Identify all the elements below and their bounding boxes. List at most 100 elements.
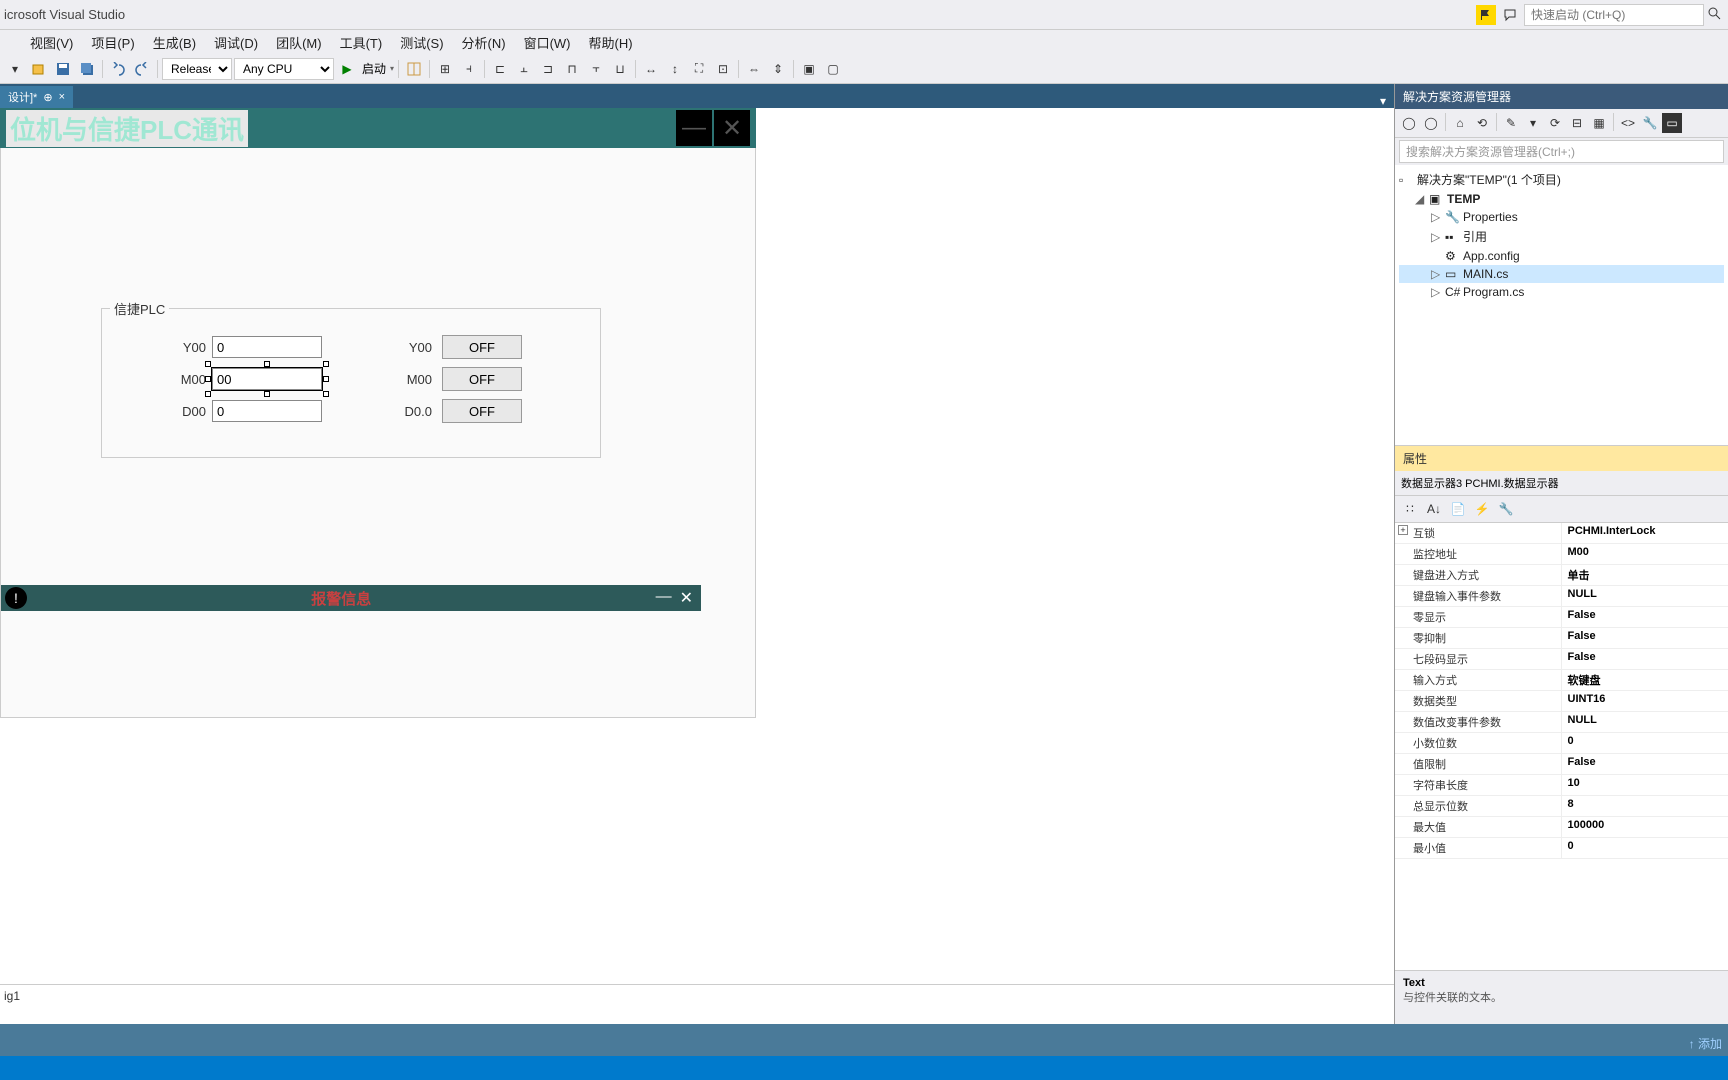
property-value[interactable]: NULL: [1562, 712, 1728, 732]
se-code-icon[interactable]: <>: [1618, 113, 1638, 133]
tree-program-cs[interactable]: ▷C#Program.cs: [1399, 283, 1724, 301]
prop-events-icon[interactable]: ⚡: [1471, 498, 1493, 520]
start-label[interactable]: 启动: [360, 60, 388, 77]
se-fwd-icon[interactable]: ◯: [1421, 113, 1441, 133]
properties-object-select[interactable]: 数据显示器3 PCHMI.数据显示器: [1395, 471, 1728, 496]
prop-alpha-icon[interactable]: A↓: [1423, 498, 1445, 520]
size-grid-icon[interactable]: ⊡: [712, 58, 734, 80]
input-d00[interactable]: [212, 400, 322, 422]
expand-icon[interactable]: ▷: [1431, 285, 1441, 299]
save-all-icon[interactable]: [76, 58, 98, 80]
align-right-icon[interactable]: ⊐: [537, 58, 559, 80]
property-value[interactable]: 0: [1562, 733, 1728, 753]
expand-icon[interactable]: ▷: [1431, 230, 1441, 244]
same-height-icon[interactable]: ↕: [664, 58, 686, 80]
property-value[interactable]: False: [1562, 607, 1728, 627]
menu-help[interactable]: 帮助(H): [581, 31, 641, 54]
se-collapse-icon[interactable]: ⊟: [1567, 113, 1587, 133]
component-item[interactable]: ig1: [4, 989, 20, 1003]
property-value[interactable]: 软键盘: [1562, 670, 1728, 690]
button-d00-off[interactable]: OFF: [442, 399, 522, 423]
form-body[interactable]: 信捷PLC Y00 Y00 OFF M00: [0, 148, 756, 718]
align-h-icon[interactable]: ⊏: [489, 58, 511, 80]
menu-build[interactable]: 生成(B): [145, 31, 204, 54]
se-showall-icon[interactable]: ▦: [1589, 113, 1609, 133]
se-pending-icon[interactable]: ✎: [1501, 113, 1521, 133]
property-row[interactable]: 小数位数0: [1395, 733, 1728, 754]
menu-test[interactable]: 测试(S): [392, 31, 451, 54]
properties-grid[interactable]: +互锁PCHMI.InterLock监控地址M00键盘进入方式单击键盘输入事件参…: [1395, 523, 1728, 970]
search-icon[interactable]: [1708, 7, 1724, 23]
menu-file[interactable]: [4, 40, 20, 44]
property-value[interactable]: 10: [1562, 775, 1728, 795]
button-m00-off[interactable]: OFF: [442, 367, 522, 391]
property-value[interactable]: False: [1562, 754, 1728, 774]
vspace-icon[interactable]: ⇕: [767, 58, 789, 80]
se-sync-icon[interactable]: ⟲: [1472, 113, 1492, 133]
align-left-icon[interactable]: ⫞: [458, 58, 480, 80]
property-value[interactable]: 0: [1562, 838, 1728, 858]
undo-icon[interactable]: [107, 58, 129, 80]
start-debug-icon[interactable]: ▶: [336, 58, 358, 80]
menu-debug[interactable]: 调试(D): [206, 31, 266, 54]
property-value[interactable]: NULL: [1562, 586, 1728, 606]
redo-icon[interactable]: [131, 58, 153, 80]
property-value[interactable]: False: [1562, 649, 1728, 669]
send-back-icon[interactable]: ▢: [822, 58, 844, 80]
tree-main-cs[interactable]: ▷▭MAIN.cs: [1399, 265, 1724, 283]
tab-pin-icon[interactable]: ⊕: [43, 91, 52, 104]
menu-window[interactable]: 窗口(W): [516, 31, 579, 54]
menu-tools[interactable]: 工具(T): [332, 31, 391, 54]
prop-categorized-icon[interactable]: ∷: [1399, 498, 1421, 520]
expand-icon[interactable]: ◢: [1415, 192, 1425, 206]
property-row[interactable]: 最大值100000: [1395, 817, 1728, 838]
expand-icon[interactable]: ▷: [1431, 267, 1441, 281]
platform-select[interactable]: Any CPU: [234, 58, 334, 80]
property-row[interactable]: 七段码显示False: [1395, 649, 1728, 670]
tree-solution[interactable]: ▫解决方案"TEMP"(1 个项目): [1399, 169, 1724, 190]
align-top-icon[interactable]: ⊓: [561, 58, 583, 80]
menu-team[interactable]: 团队(M): [268, 31, 330, 54]
property-row[interactable]: 值限制False: [1395, 754, 1728, 775]
nav-back-icon[interactable]: ▾: [4, 58, 26, 80]
menu-view[interactable]: 视图(V): [22, 31, 81, 54]
property-row[interactable]: 零显示False: [1395, 607, 1728, 628]
se-preview-icon[interactable]: ▭: [1662, 113, 1682, 133]
property-value[interactable]: PCHMI.InterLock: [1562, 523, 1728, 543]
property-value[interactable]: M00: [1562, 544, 1728, 564]
form-close-icon[interactable]: ✕: [714, 110, 750, 146]
alarm-close-icon[interactable]: ✕: [680, 588, 693, 608]
property-row[interactable]: 总显示位数8: [1395, 796, 1728, 817]
property-row[interactable]: 字符串长度10: [1395, 775, 1728, 796]
input-y00[interactable]: [212, 336, 322, 358]
tabs-dropdown-icon[interactable]: ▾: [1372, 94, 1394, 108]
se-refresh-icon[interactable]: ⟳: [1545, 113, 1565, 133]
prop-pages-icon[interactable]: 🔧: [1495, 498, 1517, 520]
property-value[interactable]: UINT16: [1562, 691, 1728, 711]
tab-close-icon[interactable]: ×: [59, 91, 65, 103]
property-row[interactable]: 数值改变事件参数NULL: [1395, 712, 1728, 733]
alarm-minimize-icon[interactable]: —: [656, 588, 672, 608]
property-value[interactable]: 单击: [1562, 565, 1728, 585]
se-home-icon[interactable]: ⌂: [1450, 113, 1470, 133]
se-toggle-icon[interactable]: ▾: [1523, 113, 1543, 133]
property-row[interactable]: +互锁PCHMI.InterLock: [1395, 523, 1728, 544]
property-value[interactable]: 8: [1562, 796, 1728, 816]
property-row[interactable]: 键盘输入事件参数NULL: [1395, 586, 1728, 607]
form-canvas[interactable]: 位机与信捷PLC通讯 — ✕ 信捷PLC Y00 Y00 OFF: [0, 108, 1394, 984]
align-grid-icon[interactable]: ⊞: [434, 58, 456, 80]
align-center-icon[interactable]: ⫠: [513, 58, 535, 80]
input-m00-selected[interactable]: [212, 368, 322, 390]
property-row[interactable]: 最小值0: [1395, 838, 1728, 859]
tree-properties[interactable]: ▷🔧Properties: [1399, 208, 1724, 226]
menu-analyze[interactable]: 分析(N): [454, 31, 514, 54]
align-middle-icon[interactable]: ⫟: [585, 58, 607, 80]
se-prop-icon[interactable]: 🔧: [1640, 113, 1660, 133]
prop-props-icon[interactable]: 📄: [1447, 498, 1469, 520]
same-size-icon[interactable]: ⛶: [688, 58, 710, 80]
property-row[interactable]: 数据类型UINT16: [1395, 691, 1728, 712]
layout-icon[interactable]: [403, 58, 425, 80]
menu-project[interactable]: 项目(P): [83, 31, 142, 54]
property-row[interactable]: 监控地址M00: [1395, 544, 1728, 565]
config-select[interactable]: Release: [162, 58, 232, 80]
